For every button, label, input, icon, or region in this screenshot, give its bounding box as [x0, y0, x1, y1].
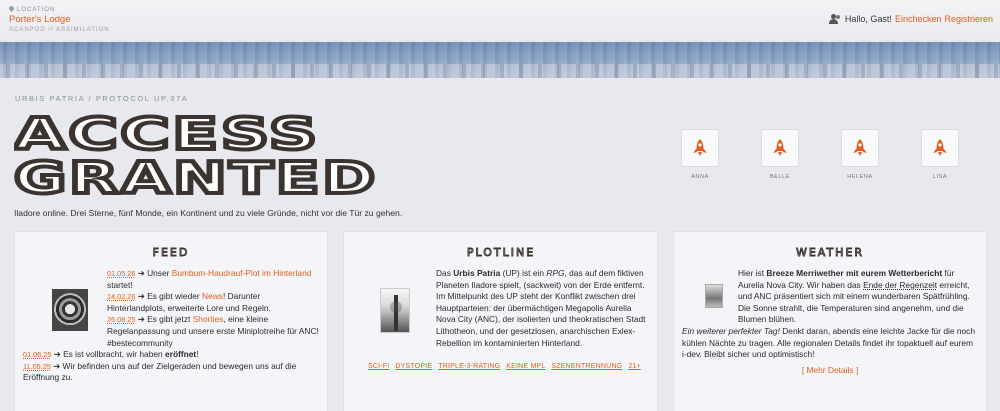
location-label-text: LOCATION [17, 7, 56, 13]
rocket-icon [773, 139, 787, 156]
rocket-icon [693, 139, 707, 156]
location-label: LOCATION [7, 4, 56, 13]
weather-link[interactable]: Ende der Regenzeit [863, 280, 937, 290]
avatar-lisa[interactable]: LISA [921, 129, 959, 180]
location-subtitle: SCANPOD // ASSIMILATION [9, 27, 110, 33]
feed-item: 26.08.25 ➔ Es gibt jetzt Shorties, eine … [107, 314, 319, 348]
avatar-name: HELENA [847, 174, 873, 180]
feed-item: 01.06.25 ➔ Es ist vollbracht, wir haben … [23, 349, 199, 360]
avatar-name: ANNA [691, 174, 709, 180]
plotline-tags: SCI-FI DYSTOPIE TRIPLE-3-RATING KEINE MPL SZ… [368, 363, 647, 370]
feed-link[interactable]: Shorties [193, 314, 224, 324]
avatar-belle[interactable]: BELLE [761, 129, 799, 180]
rocket-icon [853, 139, 867, 156]
weather-report: Hier ist Breeze Merriwether mit eurem We… [682, 268, 978, 376]
tag-link[interactable]: SZENENTRENNUNG [551, 363, 622, 370]
feed-date: 11.05.25 [23, 361, 51, 371]
breadcrumb: URBIS PATRIA / PROTOCOL UP.37A [15, 94, 189, 103]
avatar-name: LISA [932, 174, 948, 180]
page-title: ACCESS GRANTED [12, 107, 384, 206]
feed-date: 01.06.25 [23, 350, 52, 360]
tag-link[interactable]: TRIPLE-3-RATING [438, 363, 500, 370]
tag-link[interactable]: DYSTOPIE [395, 363, 432, 370]
svg-text:WEATHER: WEATHER [796, 246, 864, 259]
plotline-heading: PLOTLINE [344, 245, 657, 264]
rocket-icon [933, 139, 947, 156]
avatar-anna[interactable]: ANNA [681, 129, 719, 180]
feed-list: 01.05.26 ➔ Unser Bumbum-Haudrauf-Plot im… [23, 268, 319, 384]
feed-date: 01.05.26 [107, 269, 136, 278]
users-icon [828, 14, 842, 24]
more-details-link[interactable]: [ Mehr Details ] [682, 365, 978, 377]
avatar-helena[interactable]: HELENA [841, 129, 879, 180]
feed-date: 14.02.26 [107, 292, 136, 302]
feed-heading: FEED [15, 245, 327, 264]
weather-heading: WEATHER [674, 245, 986, 264]
plotline-card: PLOTLINE Das Urbis Patria (UP) ist ein R… [343, 231, 658, 411]
svg-text:PLOTLINE: PLOTLINE [466, 246, 534, 259]
feed-link[interactable]: News [202, 291, 223, 301]
avatar-name: BELLE [769, 174, 791, 180]
greeting-text: Hallo, Gast! [844, 14, 892, 24]
header-banner-image [0, 42, 1000, 78]
tag-link[interactable]: KEINE MPL [506, 363, 545, 370]
tag-link[interactable]: 21+ [628, 363, 640, 370]
feed-item: 14.02.26 ➔ Es gibt wieder News! Darunter… [107, 291, 271, 313]
location-name-link[interactable]: Porter's Lodge [9, 14, 71, 25]
user-area: Hallo, Gast! Einchecken Registrieren [828, 14, 993, 24]
feed-link[interactable]: Bumbum-Haudrauf-Plot im Hinterland [172, 268, 312, 278]
title-line-2: GRANTED [14, 153, 378, 198]
tag-link[interactable]: SCI-FI [368, 363, 389, 370]
plotline-text: Das Urbis Patria (UP) ist ein RPG, das a… [436, 268, 646, 348]
weather-card: WEATHER Hier ist Breeze Merriwether mit … [673, 231, 987, 411]
feed-item: 01.05.26 ➔ Unser Bumbum-Haudrauf-Plot im… [107, 268, 312, 290]
feed-card: FEED 01.05.26 ➔ Unser Bumbum-Haudrauf-Pl… [14, 231, 328, 411]
location-pin-icon [7, 4, 16, 13]
character-avatars: ANNA BELLE HELENA LISA [681, 129, 1000, 180]
tagline: Iladore online. Drei Sterne, fünf Monde,… [14, 208, 403, 218]
svg-text:FEED: FEED [153, 246, 190, 259]
checkin-link[interactable]: Einchecken [895, 14, 942, 24]
feed-item: 11.05.25 ➔ Wir befinden uns auf der Ziel… [23, 360, 297, 383]
top-bar: LOCATION Porter's Lodge SCANPOD // ASSIM… [0, 0, 1000, 42]
register-link[interactable]: Registrieren [944, 14, 993, 24]
feed-date: 26.08.25 [107, 315, 136, 325]
